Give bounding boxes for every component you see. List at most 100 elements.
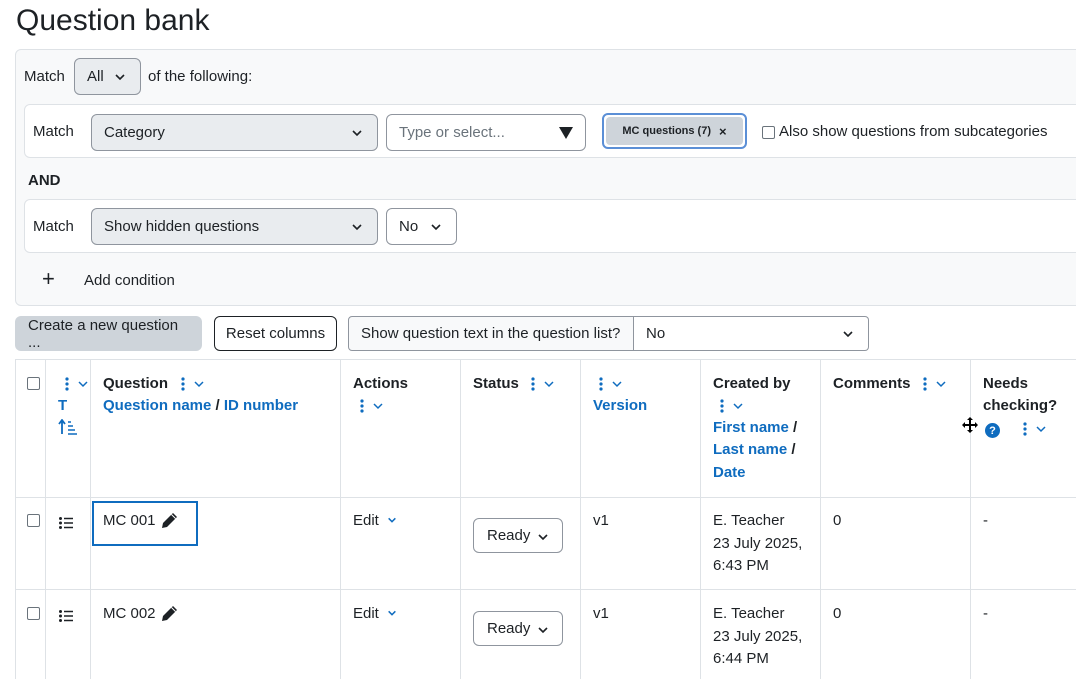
chevron-down-icon	[351, 127, 363, 139]
question-table: T Question Question name / ID number Act…	[15, 359, 1076, 679]
hidden-value-select[interactable]: No	[386, 208, 457, 245]
create-question-label: Create a new question ...	[28, 316, 179, 351]
tag-label: MC questions (7)	[622, 125, 712, 137]
needs-checking-header-line2: checking?	[983, 397, 1058, 414]
of-following-label: of the following:	[148, 68, 253, 85]
subcategories-label: Also show questions from subcategories	[779, 123, 1048, 140]
pencil-icon[interactable]	[161, 512, 178, 533]
condition-type-select[interactable]: Show hidden questions	[91, 208, 378, 245]
version: v1	[593, 605, 609, 622]
condition-match-label: Match	[33, 123, 74, 140]
show-text-value: No	[646, 325, 666, 342]
hidden-value: No	[399, 218, 419, 235]
column-menu-icon[interactable]	[921, 377, 949, 395]
multichoice-question-icon	[59, 516, 73, 533]
condition-type-select[interactable]: Category	[91, 114, 378, 151]
sort-date[interactable]: Date	[713, 464, 746, 481]
reset-columns-label: Reset columns	[225, 325, 326, 342]
version: v1	[593, 512, 609, 529]
question-name[interactable]: MC 001	[103, 510, 156, 533]
sort-id-number[interactable]: ID number	[224, 397, 298, 414]
help-icon[interactable]: ?	[985, 423, 1000, 438]
condition-type-value: Category	[104, 124, 165, 141]
created-date: 23 July 2025,	[713, 628, 803, 645]
edit-menu[interactable]: Edit	[353, 603, 397, 626]
select-all-checkbox[interactable]	[27, 377, 40, 390]
needs-checking-value: -	[983, 512, 988, 529]
chevron-down-icon	[351, 221, 363, 233]
chevron-down-icon	[387, 510, 397, 533]
status-select[interactable]: Ready	[473, 611, 563, 646]
created-time: 6:43 PM	[713, 557, 769, 574]
edit-label: Edit	[353, 605, 379, 622]
column-menu-icon[interactable]	[529, 377, 557, 395]
reset-columns-button[interactable]: Reset columns	[214, 316, 337, 351]
dropdown-triangle-icon[interactable]	[559, 126, 573, 143]
row-checkbox[interactable]	[27, 514, 40, 527]
header-slash: /	[791, 441, 796, 458]
column-menu-icon[interactable]	[718, 399, 746, 417]
join-type-value: All	[87, 68, 104, 85]
column-menu-icon[interactable]	[179, 377, 207, 395]
needs-checking-value: -	[983, 605, 988, 622]
filter-panel: Match All of the following: Match Catego…	[15, 49, 1076, 306]
sort-question-name[interactable]: Question name	[103, 397, 211, 414]
header-slash: /	[215, 397, 220, 414]
type-sort-link[interactable]: T	[58, 397, 67, 414]
sort-last-name[interactable]: Last name	[713, 441, 787, 458]
category-condition-row: Match Category Type or select... Also sh…	[24, 104, 1076, 158]
edit-label: Edit	[353, 512, 379, 529]
pencil-icon[interactable]	[161, 605, 178, 626]
show-text-label-box: Show question text in the question list?	[348, 316, 634, 351]
column-menu-icon[interactable]	[358, 399, 386, 417]
created-by-header: Created by	[713, 375, 791, 392]
created-time: 6:44 PM	[713, 650, 769, 667]
close-icon[interactable]: ×	[719, 124, 727, 139]
status-value: Ready	[487, 527, 531, 544]
chevron-down-icon	[387, 603, 397, 626]
sort-version[interactable]: Version	[593, 397, 647, 414]
creator-name: E. Teacher	[713, 605, 785, 622]
multichoice-question-icon	[59, 609, 73, 626]
create-question-button[interactable]: Create a new question ...	[15, 316, 202, 351]
row-checkbox[interactable]	[27, 607, 40, 620]
condition-match-label: Match	[33, 218, 74, 235]
question-header: Question	[103, 375, 169, 392]
page-title: Question bank	[16, 4, 210, 37]
created-date: 23 July 2025,	[713, 535, 803, 552]
edit-menu[interactable]: Edit	[353, 510, 397, 533]
subcategories-checkbox[interactable]	[762, 126, 775, 139]
chevron-down-icon	[537, 624, 549, 636]
show-text-select[interactable]: No	[634, 316, 869, 351]
move-cursor-icon	[962, 417, 978, 437]
column-menu-icon[interactable]	[63, 377, 91, 395]
header-slash: /	[793, 419, 798, 436]
show-text-label: Show question text in the question list?	[361, 325, 621, 342]
actions-header: Actions	[353, 375, 409, 392]
join-type-select[interactable]: All	[74, 58, 141, 95]
sort-ascending-icon[interactable]	[58, 418, 78, 439]
hidden-condition-row: Match Show hidden questions No	[24, 199, 1076, 253]
creator-name: E. Teacher	[713, 512, 785, 529]
comments-count-link[interactable]: 0	[833, 603, 841, 626]
category-search-placeholder: Type or select...	[399, 124, 505, 141]
sort-first-name[interactable]: First name	[713, 419, 789, 436]
add-condition-button[interactable]: + Add condition	[42, 266, 222, 294]
status-value: Ready	[487, 620, 531, 637]
selected-category-tag[interactable]: MC questions (7) ×	[602, 113, 747, 149]
comments-header: Comments	[833, 375, 911, 392]
question-name[interactable]: MC 002	[103, 603, 156, 626]
condition-type-value: Show hidden questions	[104, 218, 260, 235]
comments-count-link[interactable]: 0	[833, 510, 841, 533]
chevron-down-icon	[114, 71, 126, 83]
add-condition-label: Add condition	[84, 272, 175, 289]
needs-checking-header-line1: Needs	[983, 375, 1029, 392]
column-menu-icon[interactable]	[1021, 422, 1049, 440]
chevron-down-icon	[430, 221, 442, 233]
column-menu-icon[interactable]	[597, 377, 625, 395]
status-select[interactable]: Ready	[473, 518, 563, 553]
chevron-down-icon	[842, 328, 854, 340]
and-label: AND	[28, 172, 61, 189]
match-label: Match	[24, 68, 65, 85]
category-search-input[interactable]: Type or select...	[386, 114, 586, 151]
